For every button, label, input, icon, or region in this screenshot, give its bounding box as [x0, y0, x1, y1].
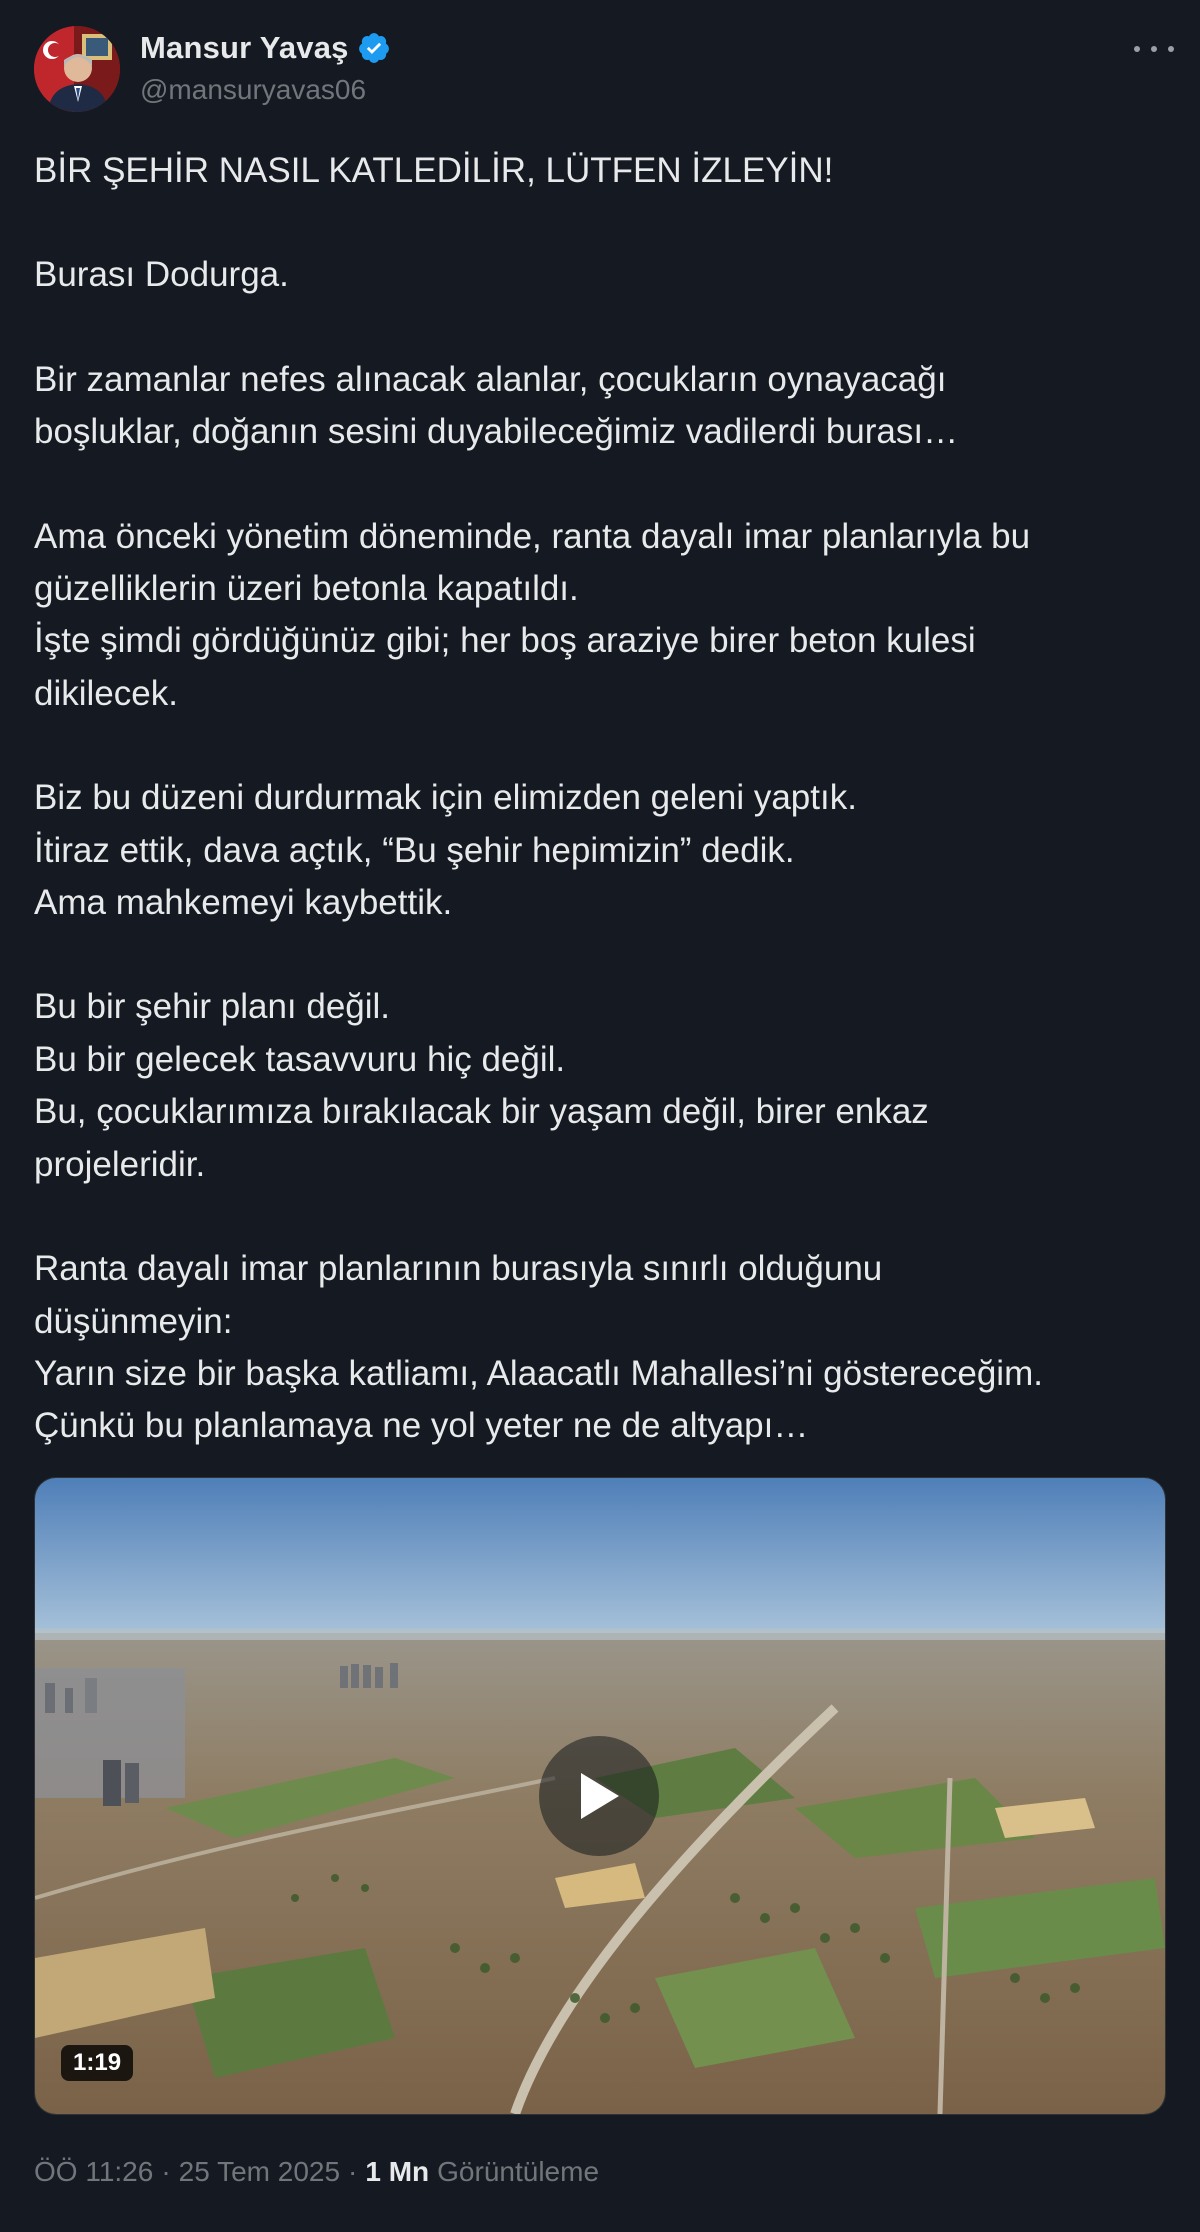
tweet-text-line: İtiraz ettik, dava açtık, “Bu şehir hepi… [34, 830, 795, 870]
tweet-text-line: Burası Dodurga. [34, 255, 289, 295]
tweet-text-line: Yarın size bir başka katliamı, Alaacatlı… [34, 1353, 1043, 1393]
tweet-card: Mansur Yavaş @mansuryavas06 BİR ŞEHİR NA… [0, 0, 1200, 2232]
tweet-text-line: projeleridir. [34, 1144, 206, 1184]
verified-badge-icon[interactable] [357, 31, 391, 65]
tweet-text-line: Bu bir şehir planı değil. [34, 987, 391, 1027]
tweet-text-line: Bu bir gelecek tasavvuru hiç değil. [34, 1039, 566, 1079]
display-name[interactable]: Mansur Yavaş [140, 30, 349, 66]
tweet-text-line: Çünkü bu planlamaya ne yol yeter ne de a… [34, 1406, 809, 1446]
tweet-text-line: BİR ŞEHİR NASIL KATLEDİLİR, LÜTFEN İZLEY… [34, 151, 834, 190]
meta-separator: · [161, 2156, 171, 2187]
tweet-date[interactable]: 25 Tem 2025 [179, 2156, 340, 2188]
tweet-text-line: düşünmeyin: [34, 1301, 233, 1341]
tweet-text-line: Bu, çocuklarımıza bırakılacak bir yaşam … [34, 1092, 929, 1132]
tweet-header: Mansur Yavaş @mansuryavas06 [34, 26, 1174, 114]
user-handle[interactable]: @mansuryavas06 [140, 74, 366, 106]
tweet-text-line: Ama önceki yönetim döneminde, ranta daya… [34, 516, 1031, 556]
more-dots-icon[interactable] [1134, 34, 1174, 64]
tweet-time[interactable]: ÖÖ 11:26 [34, 2156, 153, 2188]
tweet-text: BİR ŞEHİR NASIL KATLEDİLİR, LÜTFEN İZLEY… [34, 145, 1174, 1453]
tweet-text-line: Biz bu düzeni durdurmak için elimizden g… [34, 778, 857, 818]
tweet-text-line: dikilecek. [34, 673, 178, 713]
video-player[interactable]: 1:19 [34, 1477, 1166, 2115]
name-row: Mansur Yavaş [140, 30, 391, 66]
meta-separator: · [348, 2156, 358, 2187]
video-duration: 1:19 [61, 2045, 134, 2081]
tweet-text-line: İşte şimdi gördüğünüz gibi; her boş araz… [34, 621, 976, 661]
play-icon[interactable] [539, 1736, 659, 1856]
tweet-text-line: Ama mahkemeyi kaybettik. [34, 883, 453, 923]
views-label: Görüntüleme [437, 2156, 600, 2187]
tweet-text-line: Ranta dayalı imar planlarının burasıyla … [34, 1249, 883, 1289]
tweet-text-line: boşluklar, doğanın sesini duyabileceğimi… [34, 412, 959, 452]
views-count[interactable]: 1 Mn [365, 2156, 429, 2188]
avatar[interactable] [34, 26, 120, 112]
tweet-text-line: güzelliklerin üzeri betonla kapatıldı. [34, 569, 579, 609]
tweet-text-line: Bir zamanlar nefes alınacak alanlar, çoc… [34, 359, 947, 399]
tweet-meta: ÖÖ 11:26 · 25 Tem 2025 · 1 Mn Görüntülem… [34, 2156, 599, 2188]
